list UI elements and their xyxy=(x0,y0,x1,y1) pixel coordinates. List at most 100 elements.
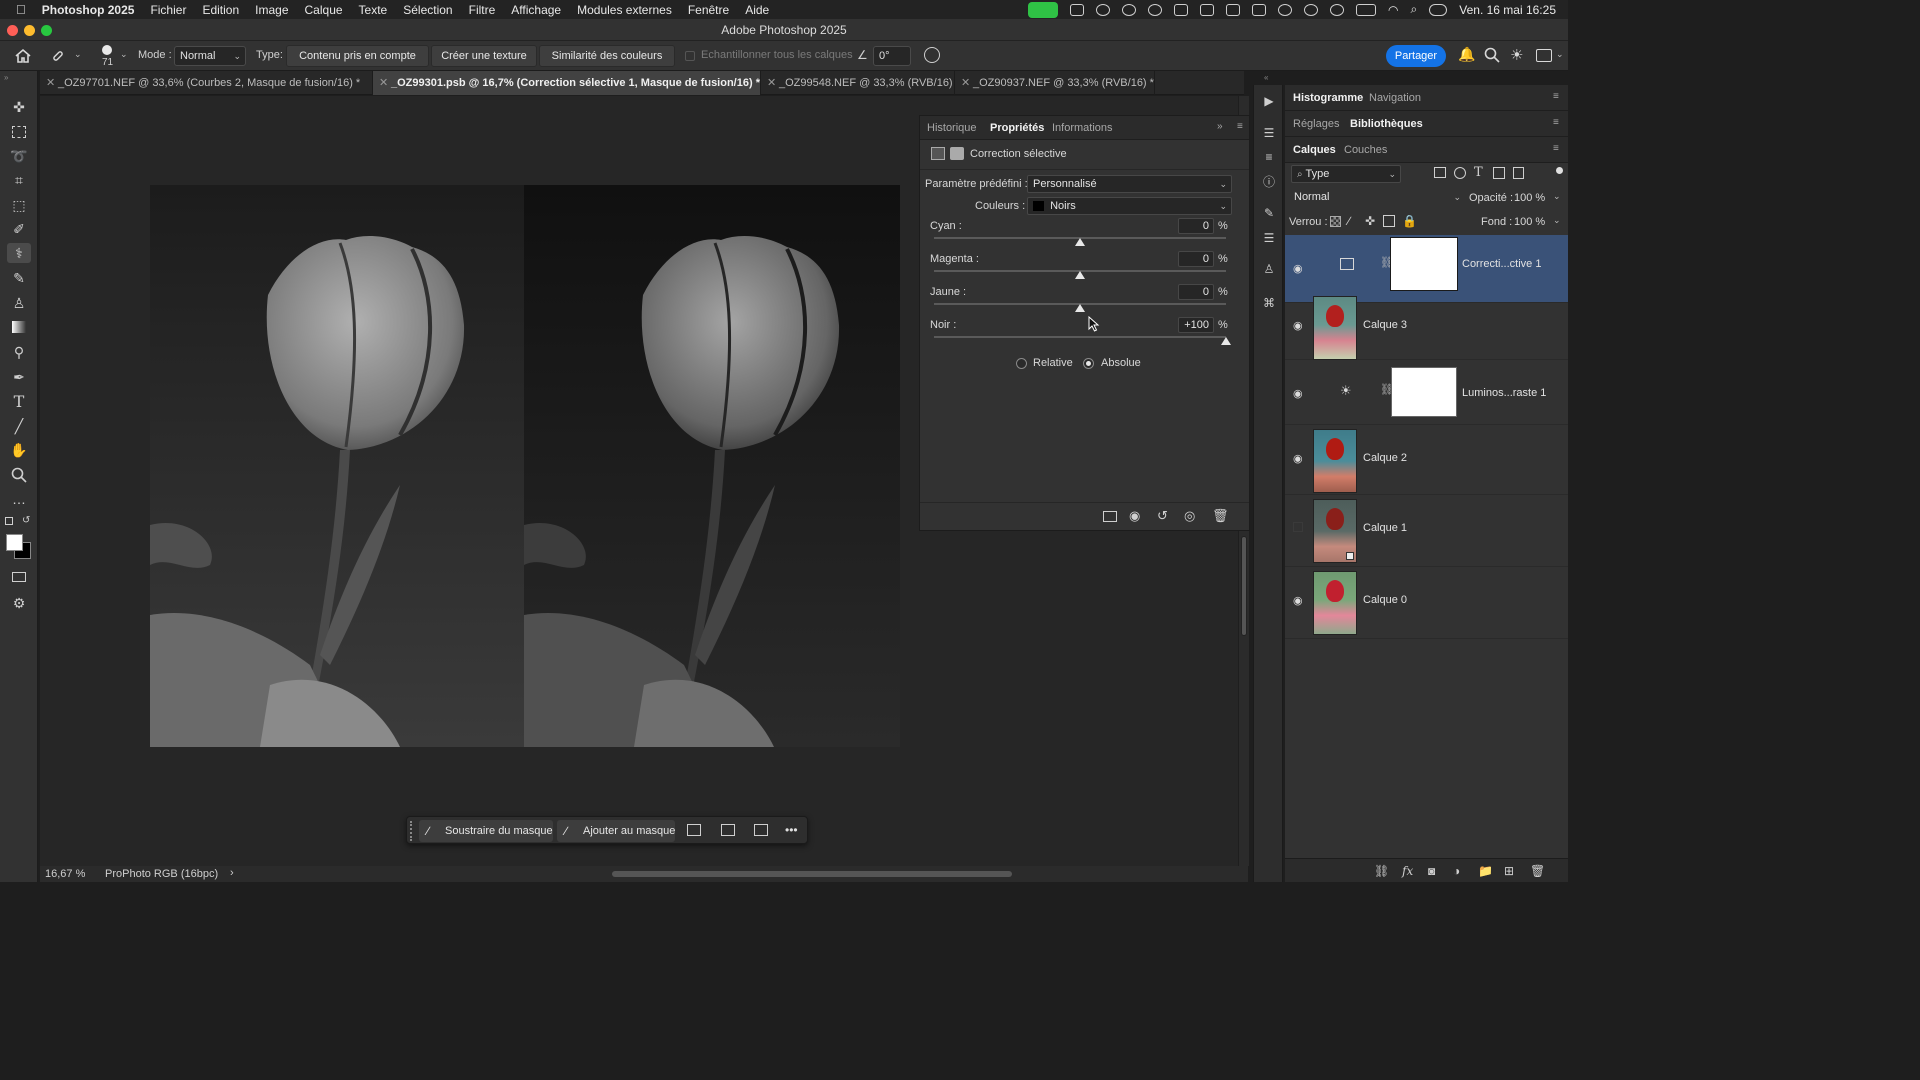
stamp-tool-icon[interactable]: ♙ xyxy=(9,293,29,313)
brush-size[interactable]: 71 xyxy=(102,57,113,68)
layer-filter-dropdown[interactable]: ⌕ Type ⌄ xyxy=(1291,165,1401,183)
black-slider-thumb[interactable] xyxy=(1221,337,1231,345)
discover-icon[interactable]: ☀ xyxy=(1510,46,1523,64)
menu-image[interactable]: Image xyxy=(255,3,288,17)
menu-calque[interactable]: Calque xyxy=(305,3,343,17)
dodge-tool-icon[interactable]: ⚲ xyxy=(9,342,29,362)
battery-icon[interactable] xyxy=(1356,3,1377,16)
home-icon[interactable] xyxy=(14,47,32,65)
layer-row[interactable]: ◉ Calque 3 xyxy=(1285,292,1568,360)
pressure-size-icon[interactable] xyxy=(924,47,940,63)
hand-tool-icon[interactable]: ✋ xyxy=(9,440,29,460)
delete-adjustment-icon[interactable]: 🗑 xyxy=(1212,508,1229,524)
close-tab-icon[interactable]: ✕ xyxy=(379,71,388,95)
menu-texte[interactable]: Texte xyxy=(359,3,388,17)
add-mask-icon[interactable]: ◙ xyxy=(1428,864,1435,878)
eye-icon[interactable]: ◉ xyxy=(1293,262,1307,276)
healing-brush-tool-icon[interactable] xyxy=(50,48,66,64)
screen-record-icon[interactable] xyxy=(1070,3,1085,16)
preset-dropdown[interactable]: Personnalisé ⌄ xyxy=(1027,175,1232,193)
cyan-slider-thumb[interactable] xyxy=(1075,238,1085,246)
lock-position-icon[interactable]: ✜ xyxy=(1365,214,1375,228)
layer-name[interactable]: Calque 1 xyxy=(1363,522,1407,534)
crop-tool-icon[interactable]: ⌗ xyxy=(9,170,29,190)
brush-picker-chevron-icon[interactable]: ⌄ xyxy=(120,49,128,60)
premiere-icon[interactable] xyxy=(1174,3,1189,16)
menu-selection[interactable]: Sélection xyxy=(403,3,452,17)
lasso-tool-icon[interactable]: ➰ xyxy=(9,146,29,166)
layer-name[interactable]: Calque 0 xyxy=(1363,594,1407,606)
toggle-visibility-icon[interactable]: ◎ xyxy=(1184,508,1195,524)
menu-fenetre[interactable]: Fenêtre xyxy=(688,3,729,17)
workspace-icon[interactable] xyxy=(1536,49,1552,62)
panel-menu-icon[interactable]: ≡ xyxy=(1553,117,1559,128)
eye-icon[interactable]: ◉ xyxy=(1293,594,1307,608)
tab-couches[interactable]: Couches xyxy=(1344,137,1387,163)
audio-icon[interactable] xyxy=(1122,3,1137,16)
actions-play-icon[interactable]: ▶ xyxy=(1261,93,1277,109)
menu-modules-externes[interactable]: Modules externes xyxy=(577,3,672,17)
info-panel-icon[interactable]: ⓘ xyxy=(1261,173,1277,189)
move-tool-icon[interactable]: ✜ xyxy=(9,97,29,117)
facetime-icon[interactable] xyxy=(1028,1,1059,18)
tab-oz97701[interactable]: ✕ _OZ97701.NEF @ 33,6% (Courbes 2, Masqu… xyxy=(40,71,373,95)
view-previous-state-icon[interactable]: ◉ xyxy=(1129,508,1140,524)
angle-input[interactable]: 0° xyxy=(873,46,911,66)
lock-artboard-icon[interactable] xyxy=(1383,215,1395,227)
create-texture-button[interactable]: Créer une texture xyxy=(431,45,537,67)
drag-handle-icon[interactable] xyxy=(410,821,413,841)
absolute-radio[interactable] xyxy=(1083,358,1094,369)
wifi-icon[interactable]: ◠ xyxy=(1388,3,1398,17)
close-tab-icon[interactable]: ✕ xyxy=(961,71,970,95)
search-icon[interactable] xyxy=(1484,47,1500,63)
mode-dropdown[interactable]: Normal ⌄ xyxy=(174,46,246,66)
status-menu-arrow[interactable]: › xyxy=(230,867,234,879)
new-group-icon[interactable]: 📁 xyxy=(1478,864,1493,878)
document-image[interactable] xyxy=(150,185,900,747)
layer-name[interactable]: Calque 3 xyxy=(1363,319,1407,331)
close-tab-icon[interactable]: ✕ xyxy=(46,71,55,95)
clipboard-icon[interactable] xyxy=(1226,3,1241,16)
menu-aide[interactable]: Aide xyxy=(745,3,769,17)
eyedropper-tool-icon[interactable]: ✐ xyxy=(9,219,29,239)
eye-icon[interactable] xyxy=(1293,522,1307,536)
menu-filtre[interactable]: Filtre xyxy=(469,3,496,17)
object-selection-tool-icon[interactable]: ⬚ xyxy=(9,195,29,215)
zoom-tool-icon[interactable] xyxy=(9,465,29,485)
panel-collapse-icon[interactable]: » xyxy=(1217,121,1223,132)
fill-value[interactable]: 100 % xyxy=(1514,216,1545,228)
invert-mask-icon[interactable] xyxy=(721,824,735,836)
tab-oz90937[interactable]: ✕ _OZ90937.NEF @ 33,3% (RVB/16) * xyxy=(955,71,1155,95)
subtract-from-mask-button[interactable]: ∕ Soustraire du masque xyxy=(419,820,553,842)
menu-edition[interactable]: Edition xyxy=(202,3,239,17)
cloud-icon[interactable] xyxy=(1148,3,1163,16)
chevron-down-icon[interactable]: ⌄ xyxy=(1553,191,1561,202)
lock-all-icon[interactable]: 🔒 xyxy=(1402,214,1417,228)
yellow-slider-thumb[interactable] xyxy=(1075,304,1085,312)
filter-type-icon[interactable]: T xyxy=(1474,165,1483,180)
screen-mode-icon[interactable] xyxy=(9,567,29,587)
horizontal-scroll-thumb[interactable] xyxy=(612,871,1012,877)
tab-calques[interactable]: Calques xyxy=(1293,137,1336,163)
lock-transparency-icon[interactable] xyxy=(1330,216,1341,227)
layer-name[interactable]: Correcti...ctive 1 xyxy=(1462,258,1541,270)
default-colors-icon[interactable] xyxy=(5,517,13,525)
zoom-level[interactable]: 16,67 % xyxy=(45,868,85,880)
new-adjustment-layer-icon[interactable]: ◑ xyxy=(1453,864,1460,878)
layer-name[interactable]: Luminos...raste 1 xyxy=(1462,387,1546,399)
tool-preset-dropdown[interactable]: ⌄ xyxy=(74,49,82,60)
share-button[interactable]: Partager xyxy=(1386,45,1446,67)
close-tab-icon[interactable]: ✕ xyxy=(767,71,776,95)
filter-pixel-icon[interactable] xyxy=(1434,167,1446,178)
filter-toggle[interactable] xyxy=(1556,167,1563,174)
adjustments-panel-icon[interactable]: ≡ xyxy=(1261,149,1277,165)
quick-mask-icon[interactable]: ⚙ xyxy=(9,593,29,613)
eye-icon[interactable]: ◉ xyxy=(1293,452,1307,466)
menu-app-name[interactable]: Photoshop 2025 xyxy=(42,3,135,17)
brush-settings-icon[interactable]: ✎ xyxy=(1261,205,1277,221)
swap-colors-icon[interactable]: ↺ xyxy=(22,515,30,526)
layer-row[interactable]: ◉ Calque 0 xyxy=(1285,567,1568,639)
panel-menu-icon[interactable]: ≡ xyxy=(1553,91,1559,102)
menu-affichage[interactable]: Affichage xyxy=(511,3,561,17)
blend-mode-dropdown[interactable]: Normal ⌄ xyxy=(1289,189,1465,207)
